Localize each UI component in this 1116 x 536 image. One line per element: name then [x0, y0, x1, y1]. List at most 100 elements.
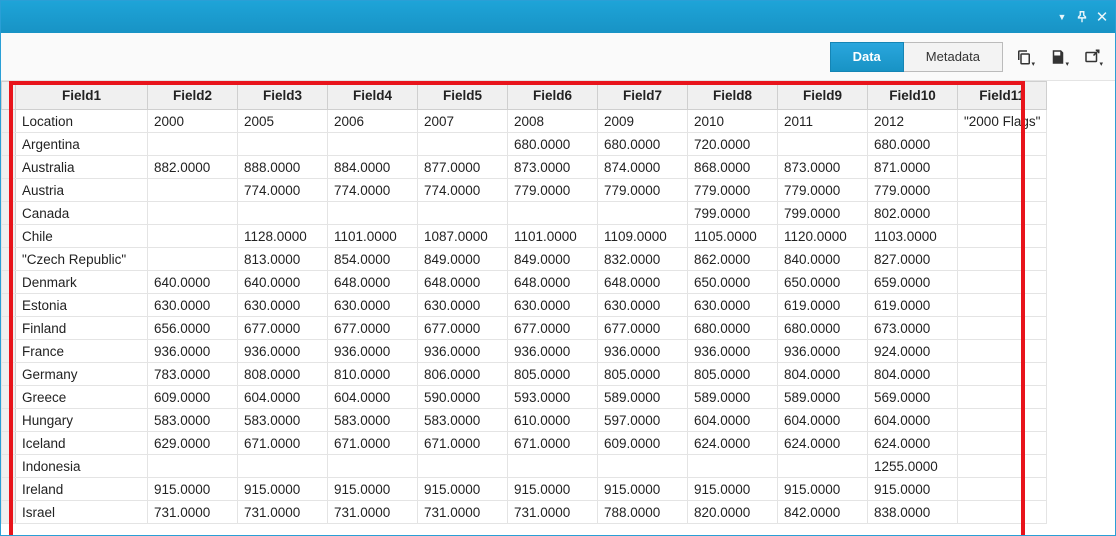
cell[interactable]: 874.0000: [598, 156, 688, 179]
cell[interactable]: 1128.0000: [238, 225, 328, 248]
new-window-icon[interactable]: ▾: [1079, 44, 1105, 70]
cell[interactable]: [958, 340, 1047, 363]
cell[interactable]: [508, 455, 598, 478]
cell[interactable]: 915.0000: [328, 478, 418, 501]
cell[interactable]: 2005: [238, 110, 328, 133]
cell[interactable]: 630.0000: [508, 294, 598, 317]
cell[interactable]: 779.0000: [868, 179, 958, 202]
cell[interactable]: 650.0000: [778, 271, 868, 294]
cell[interactable]: [778, 455, 868, 478]
cell[interactable]: [328, 455, 418, 478]
cell[interactable]: 820.0000: [688, 501, 778, 524]
cell[interactable]: 640.0000: [238, 271, 328, 294]
cell[interactable]: 808.0000: [238, 363, 328, 386]
cell[interactable]: 648.0000: [508, 271, 598, 294]
cell[interactable]: 915.0000: [418, 478, 508, 501]
cell[interactable]: 779.0000: [688, 179, 778, 202]
cell[interactable]: [238, 455, 328, 478]
cell[interactable]: 583.0000: [148, 409, 238, 432]
cell[interactable]: 640.0000: [148, 271, 238, 294]
cell[interactable]: [148, 225, 238, 248]
cell[interactable]: 604.0000: [238, 386, 328, 409]
cell[interactable]: [958, 317, 1047, 340]
cell[interactable]: [148, 455, 238, 478]
cell[interactable]: 783.0000: [148, 363, 238, 386]
cell[interactable]: 619.0000: [778, 294, 868, 317]
cell[interactable]: 609.0000: [148, 386, 238, 409]
cell[interactable]: [958, 179, 1047, 202]
cell[interactable]: 1120.0000: [778, 225, 868, 248]
table-row[interactable]: Denmark640.0000640.0000648.0000648.00006…: [2, 271, 1047, 294]
cell[interactable]: Canada: [16, 202, 148, 225]
cell[interactable]: 680.0000: [868, 133, 958, 156]
data-grid[interactable]: Field1Field2Field3Field4Field5Field6Fiel…: [1, 81, 1047, 524]
cell[interactable]: 630.0000: [148, 294, 238, 317]
cell[interactable]: 680.0000: [598, 133, 688, 156]
cell[interactable]: 838.0000: [868, 501, 958, 524]
table-row[interactable]: Austria774.0000774.0000774.0000779.00007…: [2, 179, 1047, 202]
cell[interactable]: 915.0000: [688, 478, 778, 501]
cell[interactable]: [778, 133, 868, 156]
cell[interactable]: 842.0000: [778, 501, 868, 524]
cell[interactable]: 610.0000: [508, 409, 598, 432]
table-row[interactable]: Australia882.0000888.0000884.0000877.000…: [2, 156, 1047, 179]
cell[interactable]: 936.0000: [238, 340, 328, 363]
cell[interactable]: [958, 133, 1047, 156]
cell[interactable]: 2011: [778, 110, 868, 133]
cell[interactable]: Greece: [16, 386, 148, 409]
cell[interactable]: 731.0000: [238, 501, 328, 524]
cell[interactable]: 569.0000: [868, 386, 958, 409]
cell[interactable]: 805.0000: [688, 363, 778, 386]
cell[interactable]: 813.0000: [238, 248, 328, 271]
cell[interactable]: 877.0000: [418, 156, 508, 179]
cell[interactable]: 936.0000: [148, 340, 238, 363]
pin-icon[interactable]: [1075, 10, 1089, 24]
cell[interactable]: 671.0000: [418, 432, 508, 455]
cell[interactable]: 731.0000: [418, 501, 508, 524]
cell[interactable]: 849.0000: [508, 248, 598, 271]
table-row[interactable]: Ireland915.0000915.0000915.0000915.00009…: [2, 478, 1047, 501]
table-row[interactable]: "Czech Republic"813.0000854.0000849.0000…: [2, 248, 1047, 271]
cell[interactable]: 659.0000: [868, 271, 958, 294]
cell[interactable]: [958, 294, 1047, 317]
save-icon[interactable]: ▾: [1045, 44, 1071, 70]
cell[interactable]: 680.0000: [778, 317, 868, 340]
cell[interactable]: Finland: [16, 317, 148, 340]
cell[interactable]: 630.0000: [328, 294, 418, 317]
cell[interactable]: 840.0000: [778, 248, 868, 271]
cell[interactable]: Chile: [16, 225, 148, 248]
cell[interactable]: 731.0000: [328, 501, 418, 524]
cell[interactable]: [958, 432, 1047, 455]
cell[interactable]: [958, 202, 1047, 225]
cell[interactable]: 677.0000: [328, 317, 418, 340]
cell[interactable]: [958, 363, 1047, 386]
cell[interactable]: 774.0000: [328, 179, 418, 202]
cell[interactable]: 630.0000: [238, 294, 328, 317]
cell[interactable]: [598, 455, 688, 478]
cell[interactable]: [958, 478, 1047, 501]
cell[interactable]: 774.0000: [238, 179, 328, 202]
cell[interactable]: [958, 271, 1047, 294]
table-row[interactable]: Chile1128.00001101.00001087.00001101.000…: [2, 225, 1047, 248]
cell[interactable]: 802.0000: [868, 202, 958, 225]
cell[interactable]: 2012: [868, 110, 958, 133]
cell[interactable]: [148, 202, 238, 225]
table-row[interactable]: Greece609.0000604.0000604.0000590.000059…: [2, 386, 1047, 409]
cell[interactable]: [958, 248, 1047, 271]
cell[interactable]: Hungary: [16, 409, 148, 432]
table-scroll-area[interactable]: Field1Field2Field3Field4Field5Field6Fiel…: [1, 81, 1115, 535]
cell[interactable]: 630.0000: [418, 294, 508, 317]
cell[interactable]: 799.0000: [688, 202, 778, 225]
table-row[interactable]: Canada799.0000799.0000802.0000: [2, 202, 1047, 225]
cell[interactable]: 677.0000: [598, 317, 688, 340]
cell[interactable]: [238, 202, 328, 225]
cell[interactable]: Denmark: [16, 271, 148, 294]
cell[interactable]: "Czech Republic": [16, 248, 148, 271]
cell[interactable]: 884.0000: [328, 156, 418, 179]
cell[interactable]: [418, 202, 508, 225]
column-header[interactable]: Field2: [148, 82, 238, 110]
cell[interactable]: 936.0000: [688, 340, 778, 363]
cell[interactable]: 799.0000: [778, 202, 868, 225]
table-row[interactable]: Finland656.0000677.0000677.0000677.00006…: [2, 317, 1047, 340]
cell[interactable]: 624.0000: [868, 432, 958, 455]
